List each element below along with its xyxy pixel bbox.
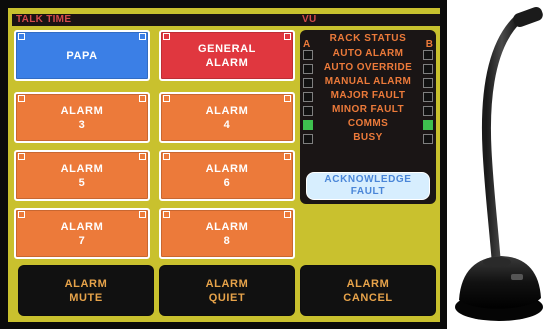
corner-marker <box>284 33 291 40</box>
button-label: ALARM <box>205 220 249 233</box>
button-label: ALARM <box>60 220 104 233</box>
button-label-sub: 7 <box>78 234 86 247</box>
alarm-8-button[interactable]: ALARM 8 <box>159 208 295 259</box>
button-label: ALARM <box>205 162 249 175</box>
status-row-auto-alarm: AUTO ALARM <box>300 48 436 62</box>
vu-header: VU <box>298 14 440 26</box>
button-label: ALARM <box>205 277 249 290</box>
status-row-manual-alarm: MANUAL ALARM <box>300 76 436 90</box>
corner-marker <box>284 153 291 160</box>
status-label: MANUAL ALARM <box>324 76 412 87</box>
general-alarm-button[interactable]: GENERAL ALARM <box>159 30 295 81</box>
status-label: AUTO ALARM <box>332 48 404 59</box>
indicator-b <box>423 50 433 60</box>
indicator-b <box>423 92 433 102</box>
button-label-sub: 8 <box>223 234 231 247</box>
corner-marker <box>163 95 170 102</box>
indicator-a <box>303 134 313 144</box>
corner-marker <box>139 95 146 102</box>
indicator-a <box>303 50 313 60</box>
rack-status-panel: RACK STATUS A B AUTO ALARM AUTO OVERRIDE… <box>300 30 436 204</box>
alarm-7-button[interactable]: ALARM 7 <box>14 208 150 259</box>
button-label: GENERAL <box>198 42 256 55</box>
button-label: ALARM <box>64 277 108 290</box>
status-row-minor-fault: MINOR FAULT <box>300 104 436 118</box>
alarm-quiet-button[interactable]: ALARM QUIET <box>159 265 295 316</box>
button-label-sub: 3 <box>78 118 86 131</box>
button-label: ALARM <box>60 104 104 117</box>
indicator-a <box>303 78 313 88</box>
status-label: COMMS <box>347 118 389 129</box>
corner-marker <box>163 33 170 40</box>
corner-marker <box>18 33 25 40</box>
button-label-sub: QUIET <box>208 291 246 304</box>
gooseneck-microphone <box>455 6 543 321</box>
status-label: MINOR FAULT <box>332 104 404 115</box>
status-row-auto-override: AUTO OVERRIDE <box>300 62 436 76</box>
corner-marker <box>163 211 170 218</box>
status-label: BUSY <box>353 132 383 143</box>
button-label: PAPA <box>66 49 98 62</box>
screen-content: TALK TIME VU PAPA GENERAL ALARM ALARM 3 … <box>8 8 440 322</box>
alarm-3-button[interactable]: ALARM 3 <box>14 92 150 143</box>
button-label: ACKNOWLEDGE <box>324 174 412 185</box>
button-label-sub: CANCEL <box>343 291 393 304</box>
status-row-comms: COMMS <box>300 118 436 132</box>
corner-marker <box>284 95 291 102</box>
corner-marker <box>18 153 25 160</box>
alarm-4-button[interactable]: ALARM 4 <box>159 92 295 143</box>
acknowledge-fault-button[interactable]: ACKNOWLEDGE FAULT <box>306 172 430 200</box>
indicator-b <box>423 120 433 130</box>
button-label-sub: 4 <box>223 118 231 131</box>
touch-screen: TALK TIME VU PAPA GENERAL ALARM ALARM 3 … <box>0 0 447 329</box>
corner-marker <box>139 211 146 218</box>
rack-status-title: RACK STATUS <box>329 33 407 44</box>
status-row-busy: BUSY <box>300 132 436 146</box>
indicator-a <box>303 120 313 130</box>
indicator-b <box>423 106 433 116</box>
talk-time-header: TALK TIME <box>12 14 298 26</box>
indicator-b <box>423 78 433 88</box>
button-label-sub: 5 <box>78 176 86 189</box>
status-label: MAJOR FAULT <box>330 90 406 101</box>
indicator-a <box>303 64 313 74</box>
indicator-b <box>423 134 433 144</box>
alarm-cancel-button[interactable]: ALARM CANCEL <box>300 265 436 316</box>
button-label-sub: ALARM <box>205 56 249 69</box>
corner-marker <box>18 95 25 102</box>
corner-marker <box>284 211 291 218</box>
button-label: ALARM <box>205 104 249 117</box>
indicator-a <box>303 106 313 116</box>
button-label: ALARM <box>346 277 390 290</box>
alarm-mute-button[interactable]: ALARM MUTE <box>18 265 154 316</box>
indicator-b <box>423 64 433 74</box>
corner-marker <box>139 153 146 160</box>
corner-marker <box>139 33 146 40</box>
button-label-sub: FAULT <box>350 186 386 197</box>
button-label: ALARM <box>60 162 104 175</box>
button-label-sub: 6 <box>223 176 231 189</box>
papa-button[interactable]: PAPA <box>14 30 150 81</box>
corner-marker <box>18 211 25 218</box>
status-label: AUTO OVERRIDE <box>323 62 413 73</box>
indicator-a <box>303 92 313 102</box>
button-label-sub: MUTE <box>69 291 103 304</box>
corner-marker <box>163 153 170 160</box>
alarm-5-button[interactable]: ALARM 5 <box>14 150 150 201</box>
status-row-major-fault: MAJOR FAULT <box>300 90 436 104</box>
alarm-6-button[interactable]: ALARM 6 <box>159 150 295 201</box>
